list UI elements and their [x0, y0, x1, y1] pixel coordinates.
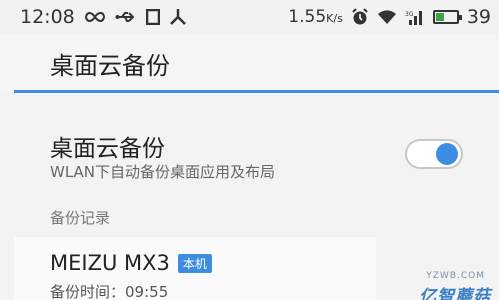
signal-icon: 3G: [405, 9, 425, 25]
share-icon: [169, 8, 187, 26]
toggle-knob: [436, 143, 458, 165]
wifi-icon: [377, 9, 397, 25]
infinity-icon: [84, 11, 106, 23]
status-right: 1.55K/s 3G 39: [288, 6, 491, 28]
device-name: MEIZU MX3: [50, 251, 170, 275]
usb-icon: [115, 9, 137, 25]
status-left: 12:08: [20, 6, 187, 28]
cloud-backup-setting-row[interactable]: 桌面云备份 WLAN下自动备份桌面应用及布局: [0, 93, 499, 189]
battery-fill: [435, 13, 444, 21]
svg-text:3G: 3G: [405, 11, 414, 18]
cloud-backup-toggle[interactable]: [405, 139, 463, 169]
current-device-badge: 本机: [177, 253, 212, 273]
section-label-backup-records: 备份记录: [50, 209, 111, 227]
battery-percent: 39: [466, 6, 491, 28]
status-bar: 12:08 1.55K/s 3G 39: [0, 0, 499, 34]
watermark-url: YZWB.COM: [426, 271, 485, 281]
page-title: 桌面云备份: [50, 51, 170, 80]
backup-record-item[interactable]: MEIZU MX3 本机 备份时间：09:55: [14, 237, 376, 300]
square-icon: [145, 9, 160, 25]
page-header: 桌面云备份: [0, 34, 499, 92]
device-name-row: MEIZU MX3 本机: [50, 251, 212, 275]
watermark-logo: 亿智蘑菇: [419, 287, 491, 300]
setting-subtitle: WLAN下自动备份桌面应用及布局: [50, 163, 276, 181]
net-speed: 1.55K/s: [288, 7, 343, 27]
setting-title: 桌面云备份: [50, 136, 165, 162]
clock: 12:08: [20, 6, 75, 28]
backup-time: 备份时间：09:55: [50, 283, 169, 300]
alarm-icon: [351, 8, 369, 26]
content: 桌面云备份 WLAN下自动备份桌面应用及布局 备份记录 MEIZU MX3 本机…: [0, 93, 499, 300]
battery-icon: [432, 10, 462, 24]
